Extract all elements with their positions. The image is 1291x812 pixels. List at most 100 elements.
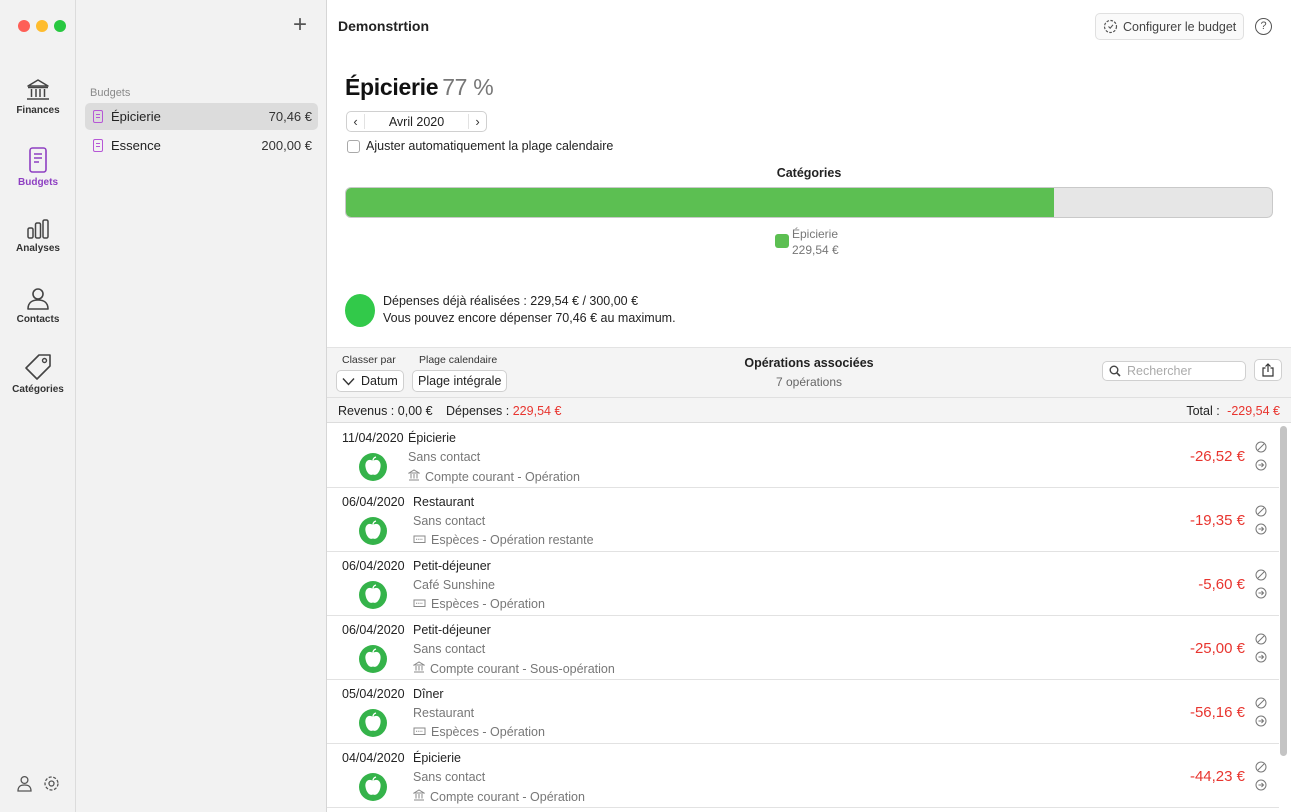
- rail-label-categories: Catégories: [12, 384, 64, 395]
- bank-icon: [412, 661, 426, 673]
- operation-amount: -19,35 €: [1189, 512, 1245, 529]
- legend-category-amount: 229,54 €: [792, 243, 839, 257]
- rail-item-analyses[interactable]: Analyses: [0, 218, 76, 254]
- status-remaining-line: Vous pouvez encore dépenser 70,46 € au m…: [383, 311, 676, 325]
- chevron-down-icon: [342, 377, 355, 386]
- operation-row[interactable]: 06/04/2020 Petit-déjeuner Café Sunshine …: [327, 552, 1279, 616]
- apple-category-icon: [358, 644, 388, 679]
- search-field[interactable]: [1102, 361, 1246, 381]
- auto-adjust-checkbox[interactable]: [347, 139, 360, 153]
- bank-icon: [412, 789, 426, 804]
- category-legend: Épicierie 229,54 €: [775, 226, 839, 258]
- operation-row[interactable]: 05/04/2020 Dîner Restaurant Espèces - Op…: [327, 680, 1279, 744]
- mark-cleared-icon[interactable]: [1255, 504, 1267, 517]
- mark-cleared-icon[interactable]: [1255, 696, 1267, 709]
- operation-account-text: Compte courant - Opération: [430, 789, 585, 804]
- cash-icon: [413, 725, 426, 739]
- open-operation-icon[interactable]: [1255, 778, 1267, 791]
- sidebar-section-label: Budgets: [90, 87, 131, 99]
- share-button[interactable]: [1254, 359, 1282, 381]
- configure-budget-label: Configurer le budget: [1123, 19, 1237, 34]
- operation-amount: -5,60 €: [1198, 576, 1245, 593]
- rail-item-finances[interactable]: Finances: [0, 78, 76, 116]
- operation-contact: Sans contact: [408, 450, 481, 464]
- operation-account-text: Espèces - Opération: [431, 725, 545, 739]
- operation-account-text: Compte courant - Sous-opération: [430, 661, 615, 676]
- operations-summary: Revenus : 0,00 € Dépenses : 229,54 € Tot…: [327, 398, 1291, 423]
- rail-item-budgets[interactable]: Budgets: [0, 146, 76, 188]
- mark-cleared-icon[interactable]: [1255, 632, 1267, 645]
- person-icon: [27, 288, 49, 310]
- auto-adjust-label: Ajuster automatiquement la plage calenda…: [366, 139, 614, 153]
- apple-category-icon: [358, 580, 388, 615]
- document-title: Demonstrtion: [338, 18, 429, 34]
- search-input[interactable]: [1127, 364, 1237, 378]
- operation-name: Petit-déjeuner: [413, 623, 491, 637]
- minimize-window-button[interactable]: [36, 20, 48, 32]
- budget-sidebar: + Budgets Épicierie 70,46 € Essence 200,…: [76, 0, 327, 812]
- configure-budget-button[interactable]: Configurer le budget: [1095, 13, 1245, 40]
- operation-name: Restaurant: [413, 495, 475, 509]
- open-operation-icon[interactable]: [1255, 522, 1267, 535]
- budget-doc-icon: [93, 139, 103, 152]
- total-label: Total :: [1186, 404, 1220, 418]
- mark-cleared-icon[interactable]: [1255, 440, 1267, 453]
- operation-date: 05/04/2020: [342, 687, 405, 701]
- operation-date: 06/04/2020: [342, 559, 405, 573]
- rail-label-budgets: Budgets: [18, 177, 58, 188]
- next-month-button[interactable]: ›: [468, 114, 486, 129]
- add-budget-button[interactable]: +: [289, 13, 311, 37]
- bank-icon: [407, 469, 421, 481]
- operation-account: Compte courant - Sous-opération: [412, 661, 615, 676]
- operation-row[interactable]: 11/04/2020 Épicierie Sans contact Compte…: [327, 424, 1279, 488]
- operation-date: 06/04/2020: [342, 495, 405, 509]
- expenses-value: 229,54 €: [512, 404, 562, 418]
- app-window: Finances Budgets Analyses Contacts Catég…: [0, 0, 1291, 812]
- operation-row[interactable]: 04/04/2020 Épicierie Sans contact Compte…: [327, 744, 1279, 808]
- operation-row[interactable]: 06/04/2020 Restaurant Sans contact Espèc…: [327, 488, 1279, 552]
- operations-scrollbar[interactable]: [1280, 426, 1287, 756]
- date-range-button[interactable]: Plage intégrale: [412, 370, 508, 392]
- tag-icon: [25, 354, 51, 380]
- open-operation-icon[interactable]: [1255, 714, 1267, 727]
- sidebar-item-epicierie[interactable]: Épicierie 70,46 €: [85, 103, 318, 130]
- zoom-window-button[interactable]: [54, 20, 66, 32]
- settings-gear-icon[interactable]: [43, 775, 60, 792]
- sidebar-item-essence[interactable]: Essence 200,00 €: [85, 132, 318, 159]
- previous-month-button[interactable]: ‹: [347, 114, 365, 129]
- revenue-value: 0,00 €: [397, 404, 433, 418]
- legend-swatch: [775, 234, 789, 248]
- rail-item-contacts[interactable]: Contacts: [0, 287, 76, 325]
- help-button[interactable]: ?: [1255, 18, 1272, 35]
- mark-cleared-icon[interactable]: [1255, 568, 1267, 581]
- operation-account-text: Espèces - Opération restante: [431, 533, 594, 547]
- operation-name: Épicierie: [413, 751, 461, 765]
- operation-account-text: Compte courant - Opération: [425, 469, 580, 484]
- apple-category-icon: [358, 708, 388, 743]
- auto-adjust-toggle[interactable]: Ajuster automatiquement la plage calenda…: [347, 139, 613, 153]
- apple-category-icon: [358, 772, 388, 807]
- cash-icon: [413, 727, 426, 735]
- mark-cleared-icon[interactable]: [1255, 760, 1267, 773]
- account-person-icon[interactable]: [16, 775, 33, 792]
- operation-row[interactable]: 06/04/2020 Petit-déjeuner Sans contact C…: [327, 616, 1279, 680]
- apple-category-icon: [358, 516, 388, 551]
- open-operation-icon[interactable]: [1255, 586, 1267, 599]
- sort-label: Classer par: [342, 354, 396, 366]
- operation-date: 06/04/2020: [342, 623, 405, 637]
- open-operation-icon[interactable]: [1255, 458, 1267, 471]
- operations-list: 11/04/2020 Épicierie Sans contact Compte…: [327, 424, 1279, 812]
- operation-contact: Sans contact: [413, 642, 486, 656]
- operation-amount: -44,23 €: [1189, 768, 1245, 785]
- operation-name: Petit-déjeuner: [413, 559, 491, 573]
- budget-status: Dépenses déjà réalisées : 229,54 € / 300…: [345, 293, 676, 327]
- close-window-button[interactable]: [18, 20, 30, 32]
- navigation-rail: Finances Budgets Analyses Contacts Catég…: [0, 0, 76, 812]
- bar-chart-icon: [27, 219, 49, 239]
- cash-icon: [413, 533, 426, 547]
- sort-by-dropdown[interactable]: Datum: [336, 370, 404, 392]
- categories-heading: Catégories: [776, 166, 842, 180]
- rail-item-categories[interactable]: Catégories: [0, 353, 76, 395]
- bank-icon: [407, 469, 421, 484]
- open-operation-icon[interactable]: [1255, 650, 1267, 663]
